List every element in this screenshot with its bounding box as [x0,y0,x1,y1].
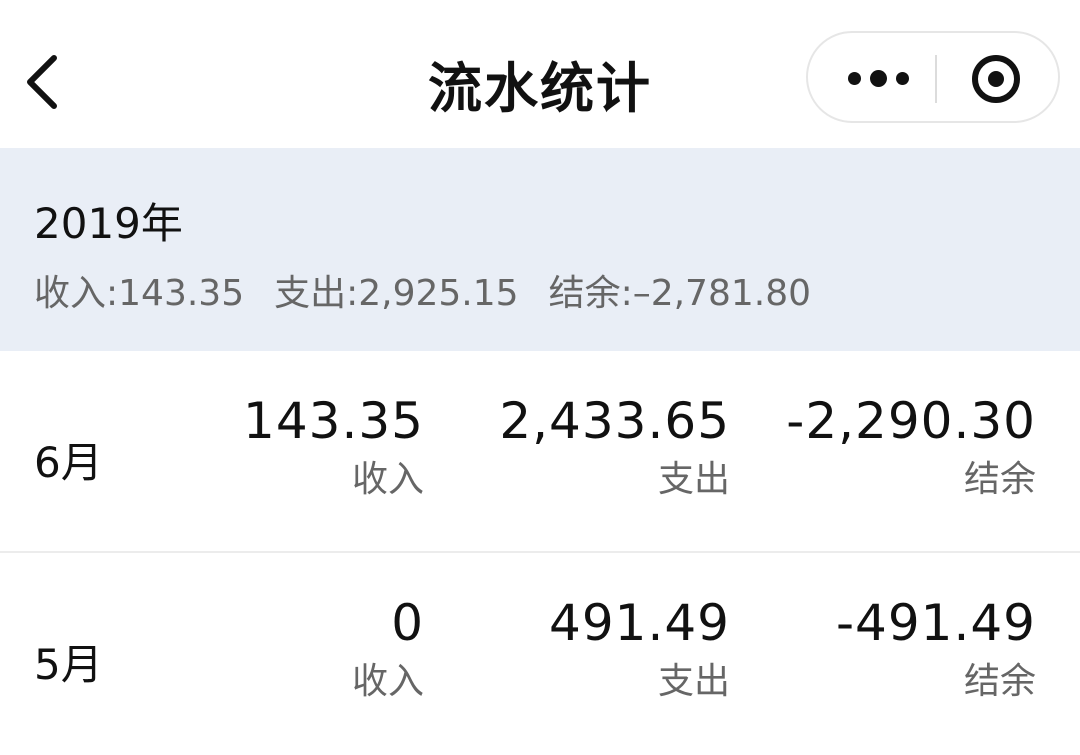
income-cell: 0 收入 [124,593,424,707]
month-label: 6月 [34,438,103,487]
expense-value: 491.49 [549,594,730,652]
year-balance: 结余:–2,781.80 [548,273,812,314]
capsule-divider [935,55,937,103]
balance-cell: -2,290.30 结余 [736,391,1036,505]
income-label: 收入 [351,661,424,702]
mini-program-capsule [806,31,1060,123]
balance-label: 结余 [963,459,1036,500]
month-row[interactable]: 6月 143.35 收入 2,433.65 支出 -2,290.30 结余 [0,351,1080,553]
balance-label: 结余 [963,661,1036,702]
navigation-bar: 流水统计 [0,0,1080,148]
income-value: 143.35 [243,392,424,450]
month-label: 5月 [34,640,103,689]
year-summary: 2019年 收入:143.35 支出:2,925.15 结余:–2,781.80 [0,148,1080,351]
year-label: 2019年 [34,199,183,248]
income-cell: 143.35 收入 [124,391,424,505]
income-label: 收入 [351,459,424,500]
expense-cell: 2,433.65 支出 [430,391,730,505]
year-income: 收入:143.35 [34,273,245,314]
balance-value: -491.49 [836,594,1036,652]
more-dots-icon[interactable] [830,53,926,103]
income-value: 0 [391,594,424,652]
expense-label: 支出 [657,459,730,500]
balance-cell: -491.49 结余 [736,593,1036,707]
expense-label: 支出 [657,661,730,702]
year-totals: 收入:143.35 支出:2,925.15 结余:–2,781.80 [34,264,811,316]
expense-cell: 491.49 支出 [430,593,730,707]
expense-value: 2,433.65 [499,392,730,450]
target-circle-icon[interactable] [968,51,1024,107]
balance-value: -2,290.30 [786,392,1036,450]
month-row[interactable]: 5月 0 收入 491.49 支出 -491.49 结余 [0,553,1080,755]
year-expense: 支出:2,925.15 [274,273,519,314]
